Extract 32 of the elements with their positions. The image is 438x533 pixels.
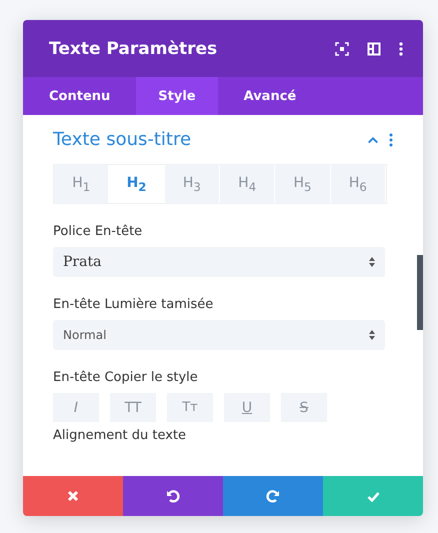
- section-title: Texte sous-titre: [53, 129, 192, 150]
- select-field[interactable]: Prata: [53, 247, 385, 277]
- text-style-button[interactable]: TT: [110, 393, 156, 422]
- more-icon[interactable]: [389, 132, 393, 146]
- more-icon[interactable]: [399, 42, 403, 56]
- field-label: Police En-tête: [53, 224, 144, 239]
- undo-icon: [166, 489, 180, 503]
- window-title: Texte Paramètres: [49, 38, 218, 58]
- tab[interactable]: Style: [136, 77, 218, 115]
- text-style-button[interactable]: Tт: [167, 393, 213, 422]
- heading-level-button[interactable]: H$_{3}$: [164, 165, 220, 203]
- text-style-button[interactable]: I: [53, 393, 99, 422]
- heading-level-button[interactable]: H$_{5}$: [275, 165, 331, 203]
- text-style-button[interactable]: U: [224, 393, 270, 422]
- close-icon: [67, 490, 79, 502]
- field-label: En-tête Copier le style: [53, 370, 199, 385]
- heading-level-button[interactable]: H$_{1}$: [54, 165, 110, 203]
- scrollbar[interactable]: [417, 255, 423, 330]
- sort-arrows-icon: [369, 330, 375, 340]
- focus-icon[interactable]: [335, 42, 349, 56]
- sort-arrows-icon: [369, 257, 375, 267]
- field-label: Alignement du texte: [53, 428, 188, 443]
- redo-icon: [266, 489, 280, 503]
- layout-icon[interactable]: [367, 42, 381, 56]
- tab[interactable]: Contenu: [23, 77, 136, 115]
- select-field[interactable]: Normal: [53, 320, 385, 350]
- field-label: En-tête Lumière tamisée: [53, 297, 214, 312]
- check-icon: [366, 490, 380, 502]
- heading-level-button[interactable]: H$_{6}$: [330, 165, 386, 203]
- tab[interactable]: Avancé: [218, 77, 322, 115]
- heading-level-button[interactable]: H$_{4}$: [220, 165, 276, 203]
- text-style-button[interactable]: S: [281, 393, 327, 422]
